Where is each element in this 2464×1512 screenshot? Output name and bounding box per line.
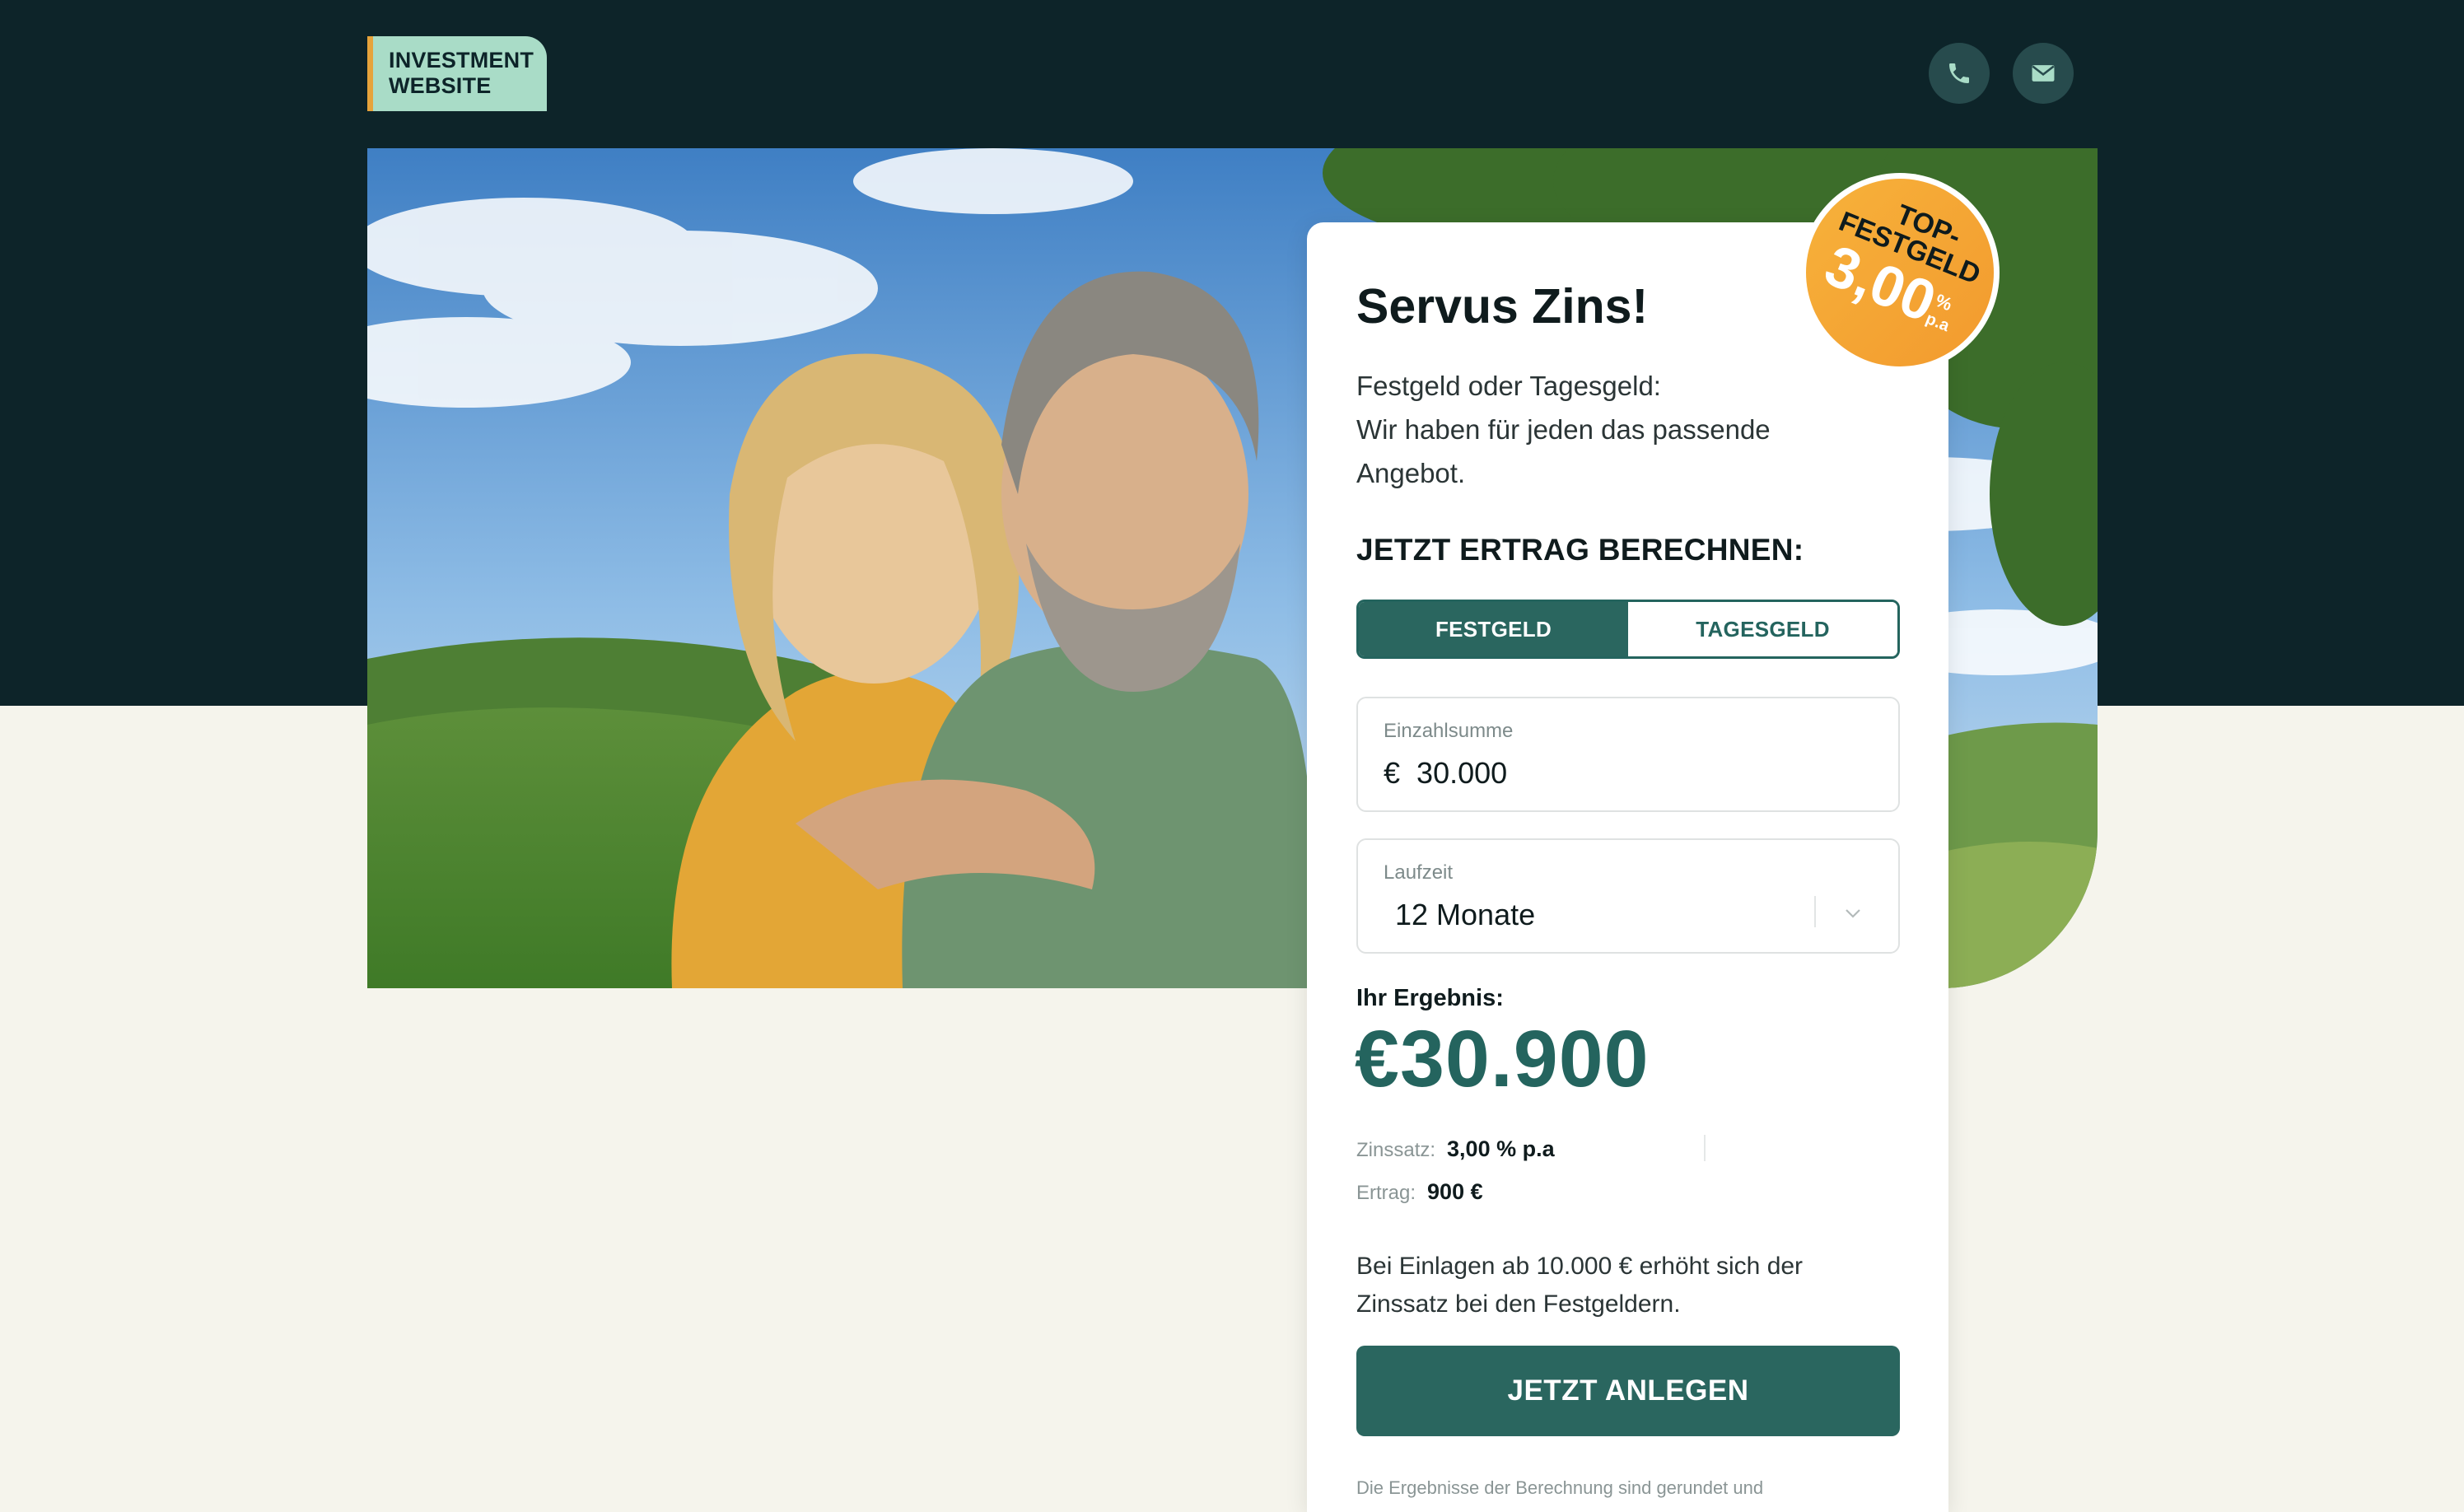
top-festgeld-badge: TOP- FESTGELD 3,00 % p.a: [1800, 173, 2000, 372]
chevron-down-icon[interactable]: [1844, 908, 1862, 919]
subtitle-line: Angebot.: [1356, 458, 1466, 488]
deposit-amount: 30.000: [1416, 756, 1508, 790]
term-value: 12 Monate: [1395, 898, 1536, 931]
yield-label: Ertrag:: [1356, 1182, 1416, 1204]
result-label: Ihr Ergebnis:: [1356, 985, 1504, 1011]
card-subtitle: Festgeld oder Tagesgeld: Wir haben für j…: [1356, 364, 1867, 495]
note-line: Zinssatz bei den Festgeldern.: [1356, 1290, 1681, 1318]
phone-icon: [1949, 63, 1969, 83]
mail-icon: [2032, 65, 2055, 82]
card-title: Servus Zins!: [1356, 279, 1649, 334]
yield-row: Ertrag: 900 €: [1356, 1179, 1483, 1205]
tab-festgeld[interactable]: FESTGELD: [1359, 602, 1628, 656]
deposit-field[interactable]: Einzahlsumme € 30.000: [1356, 697, 1900, 812]
invest-now-button[interactable]: JETZT ANLEGEN: [1356, 1346, 1900, 1436]
rate-row: Zinssatz: 3,00 % p.a: [1356, 1136, 1555, 1162]
logo-line-1: INVESTMENT: [389, 48, 534, 72]
rate-value: 3,00 % p.a: [1447, 1136, 1555, 1161]
mail-button[interactable]: [2013, 43, 2074, 104]
site-logo[interactable]: INVESTMENT WEBSITE: [367, 36, 547, 111]
subtitle-line: Festgeld oder Tagesgeld:: [1356, 371, 1661, 401]
footnote: Die Ergebnisse der Berechnung sind gerun…: [1356, 1477, 1764, 1498]
subtitle-line: Wir haben für jeden das passende: [1356, 414, 1771, 445]
note-line: Bei Einlagen ab 10.000 € erhöht sich der: [1356, 1253, 1804, 1280]
interest-note: Bei Einlagen ab 10.000 € erhöht sich der…: [1356, 1248, 1883, 1323]
divider: [1704, 1135, 1706, 1161]
deposit-value[interactable]: € 30.000: [1384, 756, 1507, 791]
calculator-heading: JETZT ERTRAG BERECHNEN:: [1356, 533, 1804, 567]
deposit-label: Einzahlsumme: [1384, 720, 1514, 742]
yield-value: 900 €: [1427, 1179, 1483, 1204]
product-toggle: FESTGELD TAGESGELD: [1356, 600, 1900, 659]
tab-tagesgeld[interactable]: TAGESGELD: [1628, 602, 1897, 656]
term-label: Laufzeit: [1384, 861, 1454, 884]
result-value: €30.900: [1355, 1014, 1650, 1104]
currency-symbol: €: [1384, 756, 1401, 790]
rate-label: Zinssatz:: [1356, 1139, 1436, 1161]
select-divider: [1814, 896, 1816, 927]
logo-line-2: WEBSITE: [389, 73, 492, 98]
term-select[interactable]: Laufzeit 12 Monate: [1356, 838, 1900, 954]
phone-button[interactable]: [1929, 43, 1990, 104]
calculator-card: Servus Zins! Festgeld oder Tagesgeld: Wi…: [1307, 222, 1948, 1512]
